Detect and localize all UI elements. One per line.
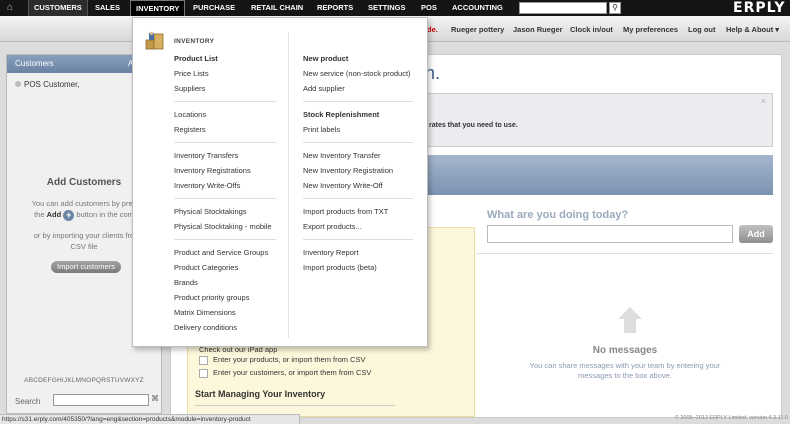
menu-item-inventory-transfers[interactable]: Inventory Transfers	[174, 151, 238, 160]
nav-sales[interactable]: SALES	[90, 0, 125, 16]
menu-item-product-priority-groups[interactable]: Product priority groups	[174, 293, 249, 302]
menu-item-import-products-txt[interactable]: Import products from TXT	[303, 207, 388, 216]
menu-item-product-list[interactable]: Product List	[174, 54, 218, 63]
menu-separator	[303, 101, 413, 102]
bullet-icon	[15, 81, 21, 87]
subnav-logout[interactable]: Log out	[688, 25, 716, 34]
menu-separator	[303, 239, 413, 240]
menu-item-matrix-dimensions[interactable]: Matrix Dimensions	[174, 308, 236, 317]
menu-item-import-products-beta[interactable]: Import products (beta)	[303, 263, 377, 272]
menu-item-print-labels[interactable]: Print labels	[303, 125, 340, 134]
add-text-link: Add	[46, 210, 62, 219]
browser-status-bar: https://s31.erply.com/405350/?lang=eng&s…	[0, 414, 300, 424]
clear-search-icon[interactable]: ⌘	[151, 394, 159, 403]
menu-separator	[303, 142, 413, 143]
nav-pos[interactable]: POS	[416, 0, 442, 16]
nav-reports[interactable]: REPORTS	[312, 0, 358, 16]
menu-item-brands[interactable]: Brands	[174, 278, 198, 287]
add-message-button[interactable]: Add	[739, 225, 773, 243]
customer-search-label: Search	[15, 397, 41, 406]
top-search-input[interactable]	[519, 2, 607, 14]
checklist-item-label: Enter your products, or import them from…	[213, 355, 366, 364]
nav-settings[interactable]: SETTINGS	[363, 0, 411, 16]
rates-notice: rates that you need to use. ×	[416, 93, 773, 147]
no-messages-line-2: messages to the box above.	[578, 371, 672, 380]
menu-item-physical-stocktakings[interactable]: Physical Stocktakings	[174, 207, 247, 216]
subnav-user[interactable]: Jason Rueger	[513, 25, 563, 34]
menu-separator	[174, 239, 276, 240]
checkbox[interactable]	[199, 355, 208, 365]
menu-item-product-categories[interactable]: Product Categories	[174, 263, 238, 272]
menu-item-delivery-conditions[interactable]: Delivery conditions	[174, 323, 237, 332]
menu-heading: INVENTORY	[174, 38, 215, 45]
manage-inventory-title: Start Managing Your Inventory	[195, 389, 326, 399]
checkbox[interactable]	[199, 368, 208, 378]
arrow-up-icon-stem	[624, 319, 636, 333]
customer-search-input[interactable]	[53, 394, 149, 406]
menu-item-stock-replenishment[interactable]: Stock Replenishment	[303, 110, 379, 119]
menu-item-new-product[interactable]: New product	[303, 54, 348, 63]
menu-item-export-products[interactable]: Export products...	[303, 222, 362, 231]
menu-item-inventory-writeoffs[interactable]: Inventory Write-Offs	[174, 181, 240, 190]
menu-item-new-inventory-writeoff[interactable]: New Inventory Write-Off	[303, 181, 383, 190]
alphabet-filter[interactable]: ABCDEFGHIJKLMNOPQRSTUVWXYZ	[7, 377, 161, 384]
checklist-item[interactable]: Enter your customers, or import them fro…	[199, 368, 371, 378]
divider	[477, 253, 773, 254]
menu-item-new-inventory-registration[interactable]: New Inventory Registration	[303, 166, 393, 175]
close-icon[interactable]: ×	[761, 96, 766, 106]
import-customers-button[interactable]: Import customers	[51, 261, 121, 273]
menu-item-locations[interactable]: Locations	[174, 110, 206, 119]
menu-item-physical-stocktaking-mobile[interactable]: Physical Stocktaking - mobile	[174, 222, 272, 231]
menu-separator	[174, 101, 276, 102]
menu-item-suppliers[interactable]: Suppliers	[174, 84, 205, 93]
customer-list-item[interactable]: POS Customer,	[15, 80, 80, 89]
inventory-dropdown-menu: INVENTORY Product List Price Lists Suppl…	[132, 17, 428, 347]
copyright-text: © 2005–2013 ERPLY Limited, version 4.3.1…	[674, 415, 788, 421]
subnav-help[interactable]: Help & About ▾	[726, 25, 779, 34]
checklist-item[interactable]: Enter your products, or import them from…	[199, 355, 366, 365]
search-icon[interactable]: ⚲	[609, 2, 621, 14]
menu-item-new-inventory-transfer[interactable]: New Inventory Transfer	[303, 151, 381, 160]
arrow-up-icon	[618, 307, 642, 319]
add-plus-icon[interactable]: +	[63, 209, 75, 221]
menu-separator	[303, 198, 413, 199]
blue-banner	[416, 155, 773, 195]
what-doing-heading: What are you doing today?	[487, 209, 629, 221]
add-text-prefix: the	[34, 210, 45, 219]
message-input[interactable]	[487, 225, 733, 243]
home-icon[interactable]: ⌂	[4, 2, 16, 14]
menu-column-divider	[288, 32, 289, 338]
no-messages-line-1: You can share messages with your team by…	[529, 361, 721, 370]
add-text-suffix: button in the com	[76, 210, 134, 219]
subnav-clock[interactable]: Clock in/out	[570, 25, 613, 34]
nav-inventory[interactable]: INVENTORY	[130, 0, 186, 17]
menu-item-price-lists[interactable]: Price Lists	[174, 69, 209, 78]
subnav-company[interactable]: Rueger pottery	[451, 25, 504, 34]
checklist-item-label: Enter your customers, or import them fro…	[213, 368, 372, 377]
nav-accounting[interactable]: ACCOUNTING	[447, 0, 508, 16]
no-messages-text: You can share messages with your team by…	[477, 361, 773, 381]
menu-separator	[174, 198, 276, 199]
nav-retail-chain[interactable]: RETAIL CHAIN	[246, 0, 308, 16]
nav-customers[interactable]: CUSTOMERS	[28, 0, 88, 16]
no-messages-title: No messages	[592, 345, 658, 356]
rates-text: rates that you need to use.	[429, 122, 518, 129]
menu-item-product-service-groups[interactable]: Product and Service Groups	[174, 248, 268, 257]
subnav-preferences[interactable]: My preferences	[623, 25, 678, 34]
top-nav-bar: ⌂ CUSTOMERS SALES INVENTORY PURCHASE RET…	[0, 0, 790, 17]
menu-item-new-service[interactable]: New service (non-stock product)	[303, 69, 411, 78]
erply-logo: ERPLY	[733, 0, 786, 16]
menu-item-registers[interactable]: Registers	[174, 125, 206, 134]
customer-name: POS Customer,	[24, 80, 80, 89]
menu-item-inventory-report[interactable]: Inventory Report	[303, 248, 358, 257]
menu-item-inventory-registrations[interactable]: Inventory Registrations	[174, 166, 251, 175]
subnav-partial-link[interactable]: de.	[427, 25, 438, 34]
menu-item-add-supplier[interactable]: Add supplier	[303, 84, 345, 93]
inventory-boxes-icon	[145, 31, 164, 50]
divider	[195, 405, 395, 406]
nav-purchase[interactable]: PURCHASE	[188, 0, 240, 16]
customers-panel-title: Customers	[15, 59, 54, 68]
menu-separator	[174, 142, 276, 143]
